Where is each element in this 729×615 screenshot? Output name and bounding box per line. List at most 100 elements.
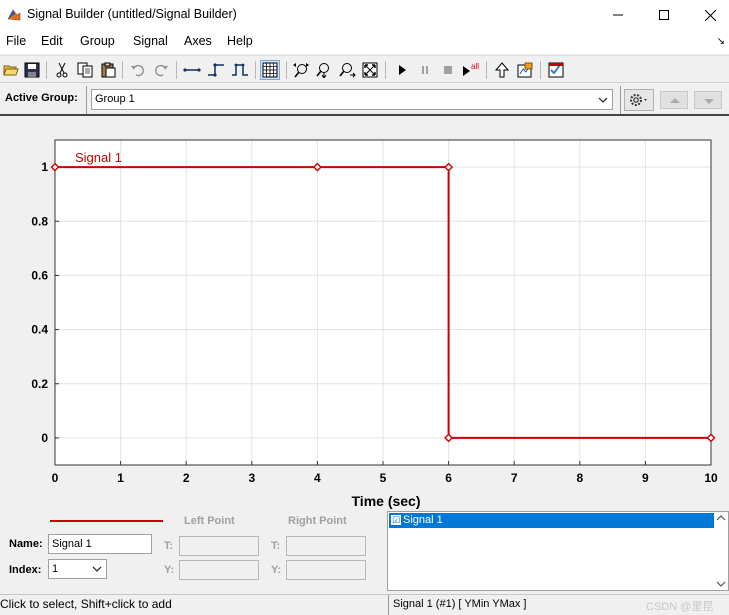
right-point-t-field[interactable] (286, 536, 366, 556)
signal-name-label: Signal 1 (75, 150, 122, 165)
run-all-label: all (471, 62, 479, 71)
signal-name-value: Signal 1 (52, 538, 92, 550)
maximize-button[interactable] (641, 0, 687, 30)
y-tick-label: 0.2 (31, 377, 48, 391)
y-tick-label: 0.8 (31, 214, 48, 228)
copy-icon[interactable] (75, 60, 95, 80)
status-bar: Click to select, Shift+click to add Sign… (0, 594, 729, 615)
signal-properties-panel: Left Point Right Point Name: Signal 1 In… (0, 510, 729, 594)
active-group-row: Active Group: Group 1 (0, 84, 729, 116)
menu-axes[interactable]: Axes (184, 34, 212, 48)
list-item[interactable]: ☑ Signal 1 (389, 513, 714, 528)
x-axis-label: Time (sec) (352, 493, 421, 509)
x-tick-label: 7 (511, 471, 518, 485)
signal-name-field[interactable]: Signal 1 (48, 534, 152, 554)
x-tick-label: 1 (117, 471, 124, 485)
matlab-app-icon (6, 7, 22, 23)
x-tick-label: 6 (445, 471, 452, 485)
move-group-down-button[interactable] (694, 91, 722, 109)
x-tick-label: 3 (248, 471, 255, 485)
insert-pulse-icon[interactable] (230, 60, 250, 80)
menu-help[interactable]: Help (227, 34, 253, 48)
close-icon (704, 9, 716, 21)
index-label: Index: (9, 564, 42, 576)
x-tick-label: 4 (314, 471, 321, 485)
zoom-y-icon[interactable] (337, 60, 357, 80)
checklist-icon[interactable] (546, 60, 566, 80)
insert-step-up-icon[interactable] (206, 60, 226, 80)
right-y-label: Y: (271, 564, 282, 576)
group-settings-button[interactable] (624, 89, 654, 111)
y-tick-label: 0.6 (31, 268, 48, 282)
title-bar: Signal Builder (untitled/Signal Builder) (0, 0, 729, 30)
x-tick-label: 10 (704, 471, 718, 485)
x-tick-label: 8 (576, 471, 583, 485)
redo-icon[interactable] (151, 60, 171, 80)
y-tick-label: 1 (41, 160, 48, 174)
x-tick-label: 9 (642, 471, 649, 485)
right-point-y-field[interactable] (286, 560, 366, 580)
x-tick-label: 5 (380, 471, 387, 485)
open-folder-icon[interactable] (1, 60, 21, 80)
import-icon[interactable] (515, 60, 535, 80)
triangle-up-icon (670, 98, 680, 103)
status-signal-info: Signal 1 (#1) [ YMin YMax ] (393, 598, 527, 610)
scroll-down-icon[interactable] (716, 580, 726, 588)
chevron-down-icon (598, 97, 608, 103)
signal-plot[interactable]: 0 1 2 3 4 5 6 7 8 9 10 0 0.2 0.4 0.6 0.8 1 Time (sec) Sign… (0, 118, 729, 510)
menu-signal[interactable]: Signal (133, 34, 168, 48)
paste-icon[interactable] (98, 60, 118, 80)
active-group-label: Active Group: (5, 92, 78, 104)
left-y-label: Y: (164, 564, 175, 576)
menu-edit[interactable]: Edit (41, 34, 63, 48)
triangle-down-icon (704, 99, 714, 104)
left-point-t-field[interactable] (179, 536, 259, 556)
save-icon[interactable] (22, 60, 42, 80)
x-tick-label: 2 (183, 471, 190, 485)
left-point-y-field[interactable] (179, 560, 259, 580)
insert-line-icon[interactable] (182, 60, 202, 80)
status-hint: Click to select, Shift+click to add (0, 597, 172, 611)
signal-line-style[interactable] (50, 520, 163, 522)
close-button[interactable] (687, 0, 729, 30)
gear-icon (630, 94, 647, 106)
menubar-dock-arrow-icon[interactable]: ↘ (717, 36, 725, 47)
left-point-header: Left Point (184, 515, 235, 527)
right-point-header: Right Point (288, 515, 347, 527)
toolbar: all (0, 55, 729, 83)
signal-list[interactable]: ☑ Signal 1 (387, 511, 729, 591)
menu-bar: File Edit Group Signal Axes Help ↘ (0, 30, 729, 54)
grid-icon[interactable] (260, 60, 280, 80)
up-arrow-icon[interactable] (492, 60, 512, 80)
scroll-up-icon[interactable] (716, 514, 726, 522)
menu-group[interactable]: Group (80, 34, 115, 48)
checkbox-checked-icon[interactable]: ☑ (391, 515, 401, 525)
signal-index-value: 1 (52, 563, 59, 575)
window-title: Signal Builder (untitled/Signal Builder) (27, 7, 237, 21)
zoom-x-icon[interactable] (314, 60, 334, 80)
fit-icon[interactable] (360, 60, 380, 80)
cut-icon[interactable] (52, 60, 72, 80)
zoom-xy-icon[interactable] (291, 60, 311, 80)
run-all-icon[interactable]: all (461, 60, 481, 80)
signal-index-select[interactable]: 1 (48, 559, 107, 579)
pause-icon[interactable] (415, 60, 435, 80)
minimize-icon (613, 14, 623, 16)
undo-icon[interactable] (128, 60, 148, 80)
x-tick-label: 0 (52, 471, 59, 485)
menu-file[interactable]: File (6, 34, 26, 48)
stop-icon[interactable] (438, 60, 458, 80)
y-tick-label: 0 (41, 431, 48, 445)
maximize-icon (659, 10, 669, 20)
signal-axes[interactable]: 0 1 2 3 4 5 6 7 8 9 10 0 0.2 0.4 0.6 0.8 1 Time (sec) Sign… (0, 118, 729, 510)
y-tick-label: 0.4 (31, 323, 48, 337)
active-group-select[interactable]: Group 1 (91, 89, 613, 110)
chevron-down-icon (92, 566, 102, 572)
active-group-value: Group 1 (95, 93, 135, 105)
move-group-up-button[interactable] (660, 91, 688, 109)
watermark: CSDN @里昆 (646, 601, 714, 613)
minimize-button[interactable] (595, 0, 641, 30)
play-icon[interactable] (392, 60, 412, 80)
name-label: Name: (9, 538, 43, 550)
signal-list-item-label: Signal 1 (403, 514, 443, 526)
